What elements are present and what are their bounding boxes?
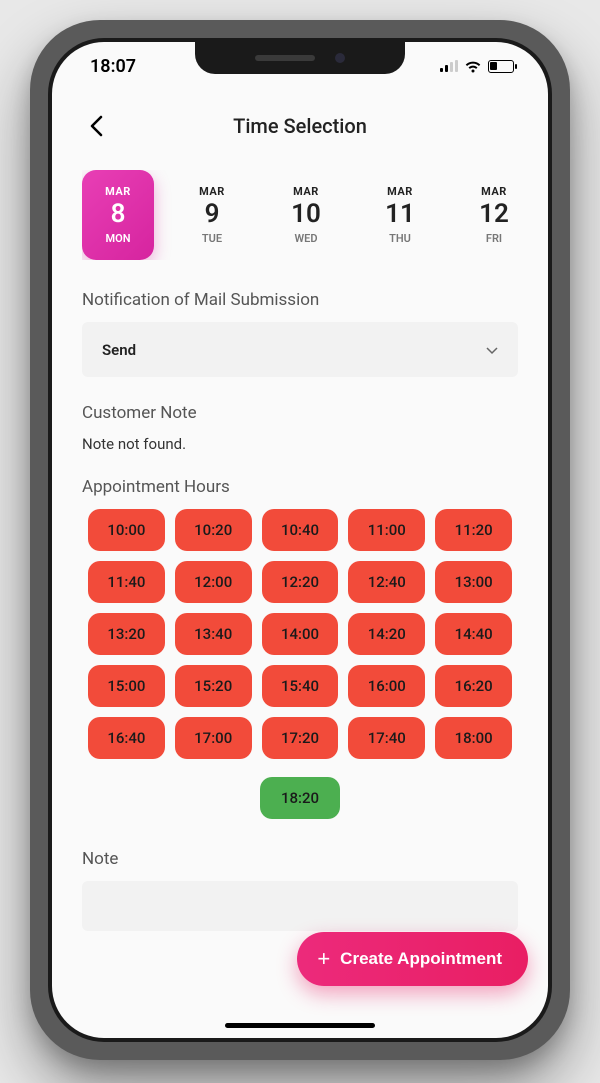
notification-select[interactable]: Send <box>82 322 518 377</box>
back-button[interactable] <box>82 112 110 140</box>
time-slot[interactable]: 16:40 <box>88 717 165 759</box>
date-card[interactable]: MAR10WED <box>270 170 342 260</box>
time-slot[interactable]: 10:40 <box>262 509 339 551</box>
time-slot[interactable]: 15:00 <box>88 665 165 707</box>
time-slot[interactable]: 14:20 <box>348 613 425 655</box>
customer-note-text: Note not found. <box>82 435 518 453</box>
date-dow: FRI <box>486 232 502 245</box>
plus-icon: + <box>317 948 330 970</box>
date-day: 8 <box>111 198 126 232</box>
create-appointment-button[interactable]: + Create Appointment <box>297 932 528 986</box>
date-month: MAR <box>481 185 507 198</box>
hours-grid: 10:0010:2010:4011:0011:20 11:4012:0012:20… <box>82 509 518 759</box>
time-slot[interactable]: 18:00 <box>435 717 512 759</box>
chevron-left-icon <box>89 115 103 137</box>
time-slot[interactable]: 12:00 <box>175 561 252 603</box>
time-slot[interactable]: 17:00 <box>175 717 252 759</box>
time-slot-available[interactable]: 18:20 <box>260 777 339 819</box>
time-slot[interactable]: 17:40 <box>348 717 425 759</box>
appointment-hours-label: Appointment Hours <box>82 477 518 497</box>
time-slot[interactable]: 10:00 <box>88 509 165 551</box>
time-slot[interactable]: 12:20 <box>262 561 339 603</box>
date-dow: TUE <box>202 232 222 245</box>
note-input[interactable] <box>82 881 518 931</box>
time-slot[interactable]: 17:20 <box>262 717 339 759</box>
nav-header: Time Selection <box>82 90 518 170</box>
time-slot[interactable]: 11:40 <box>88 561 165 603</box>
time-slot[interactable]: 13:00 <box>435 561 512 603</box>
notification-label: Notification of Mail Submission <box>82 290 518 310</box>
time-slot[interactable]: 15:40 <box>262 665 339 707</box>
date-dow: WED <box>294 232 317 245</box>
chevron-down-icon <box>486 340 498 359</box>
date-day: 11 <box>385 198 415 232</box>
time-slot[interactable]: 12:40 <box>348 561 425 603</box>
date-day: 10 <box>291 198 321 232</box>
date-month: MAR <box>387 185 413 198</box>
content: Time Selection MAR8MONMAR9TUEMAR10WEDMAR… <box>52 90 548 1038</box>
time-slot[interactable]: 13:20 <box>88 613 165 655</box>
time-slot[interactable]: 15:20 <box>175 665 252 707</box>
available-slot-row: 18:20 <box>82 777 518 819</box>
date-day: 12 <box>479 198 509 232</box>
date-month: MAR <box>293 185 319 198</box>
time-slot[interactable]: 11:00 <box>348 509 425 551</box>
date-month: MAR <box>199 185 225 198</box>
home-indicator[interactable] <box>225 1023 375 1028</box>
time-slot[interactable]: 10:20 <box>175 509 252 551</box>
cellular-signal-icon <box>440 60 458 72</box>
time-slot[interactable]: 16:20 <box>435 665 512 707</box>
create-appointment-label: Create Appointment <box>340 949 502 969</box>
notification-select-value: Send <box>102 341 136 359</box>
time-slot[interactable]: 14:40 <box>435 613 512 655</box>
date-card[interactable]: MAR11THU <box>364 170 436 260</box>
date-month: MAR <box>105 185 131 198</box>
status-time: 18:07 <box>90 56 136 77</box>
phone-inner: 18:07 T <box>48 38 552 1042</box>
time-slot[interactable]: 14:00 <box>262 613 339 655</box>
time-slot[interactable]: 13:40 <box>175 613 252 655</box>
phone-frame: 18:07 T <box>30 20 570 1060</box>
customer-note-label: Customer Note <box>82 403 518 423</box>
wifi-icon <box>464 60 482 73</box>
date-card[interactable]: MAR9TUE <box>176 170 248 260</box>
date-card[interactable]: MAR8MON <box>82 170 154 260</box>
date-strip[interactable]: MAR8MONMAR9TUEMAR10WEDMAR11THUMAR12FRIMA… <box>82 170 518 260</box>
page-title: Time Selection <box>110 114 490 138</box>
time-slot[interactable]: 16:00 <box>348 665 425 707</box>
status-icons <box>440 60 514 73</box>
screen: 18:07 T <box>52 42 548 1038</box>
notch <box>195 42 405 74</box>
date-dow: THU <box>389 232 411 245</box>
date-day: 9 <box>205 198 220 232</box>
date-card[interactable]: MAR12FRI <box>458 170 518 260</box>
date-dow: MON <box>106 232 131 245</box>
note-label: Note <box>82 849 518 869</box>
battery-icon <box>488 60 514 73</box>
time-slot[interactable]: 11:20 <box>435 509 512 551</box>
